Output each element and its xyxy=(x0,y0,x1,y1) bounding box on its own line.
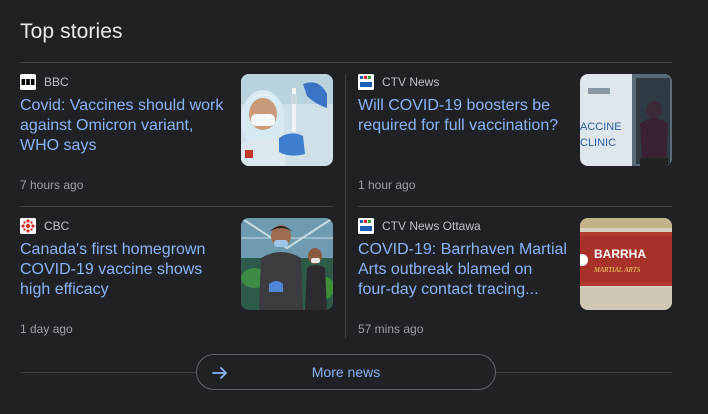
story-thumbnail[interactable] xyxy=(241,74,333,166)
source-name: CTV News xyxy=(382,75,440,89)
source-row: CBC xyxy=(20,218,69,234)
story-headline-link[interactable]: Will COVID-19 boosters be required for f… xyxy=(358,96,568,136)
bbc-logo-icon xyxy=(20,74,36,90)
story-thumbnail[interactable]: ACCINE CLINIC xyxy=(580,74,672,166)
source-name: CTV News Ottawa xyxy=(382,219,481,233)
story-headline-link[interactable]: Covid: Vaccines should work against Omic… xyxy=(20,96,230,156)
clinic-sign-text: CLINIC xyxy=(580,137,616,149)
store-sign-text: BARRHA xyxy=(594,247,646,261)
story-headline-link[interactable]: COVID-19: Barrhaven Martial Arts outbrea… xyxy=(358,240,568,300)
story-time: 7 hours ago xyxy=(20,178,84,192)
story-card-ctv-news-ottawa[interactable]: CTV News Ottawa COVID-19: Barrhaven Mart… xyxy=(358,218,672,348)
more-news-button[interactable]: More news xyxy=(196,354,496,390)
cbc-logo-icon xyxy=(20,218,36,234)
story-card-ctv-news[interactable]: CTV News Will COVID-19 boosters be requi… xyxy=(358,74,672,204)
ctv-news-ottawa-logo-icon xyxy=(358,218,374,234)
source-name: BBC xyxy=(44,75,69,89)
clinic-sign-text: ACCINE xyxy=(580,121,622,133)
source-name: CBC xyxy=(44,219,70,233)
section-title: Top stories xyxy=(20,20,123,43)
more-news-label: More news xyxy=(311,364,381,380)
ctv-news-logo-icon xyxy=(358,74,374,90)
story-card-bbc[interactable]: BBC Covid: Vaccines should work against … xyxy=(20,74,333,204)
story-time: 1 hour ago xyxy=(358,178,416,192)
story-time: 1 day ago xyxy=(20,322,73,336)
source-row: CTV News Ottawa xyxy=(358,218,481,234)
source-row: BBC xyxy=(20,74,69,90)
story-thumbnail[interactable]: BARRHA MARTIAL ARTS xyxy=(580,218,672,310)
source-row: CTV News xyxy=(358,74,439,90)
row-divider-left xyxy=(20,206,333,207)
column-divider xyxy=(345,74,346,338)
store-sign-text: MARTIAL ARTS xyxy=(593,266,641,274)
story-headline-link[interactable]: Canada's first homegrown COVID-19 vaccin… xyxy=(20,240,230,300)
row-divider-right xyxy=(358,206,672,207)
story-thumbnail[interactable] xyxy=(241,218,333,310)
story-card-cbc[interactable]: CBC Canada's first homegrown COVID-19 va… xyxy=(20,218,333,348)
story-time: 57 mins ago xyxy=(358,322,424,336)
top-divider xyxy=(20,62,672,63)
